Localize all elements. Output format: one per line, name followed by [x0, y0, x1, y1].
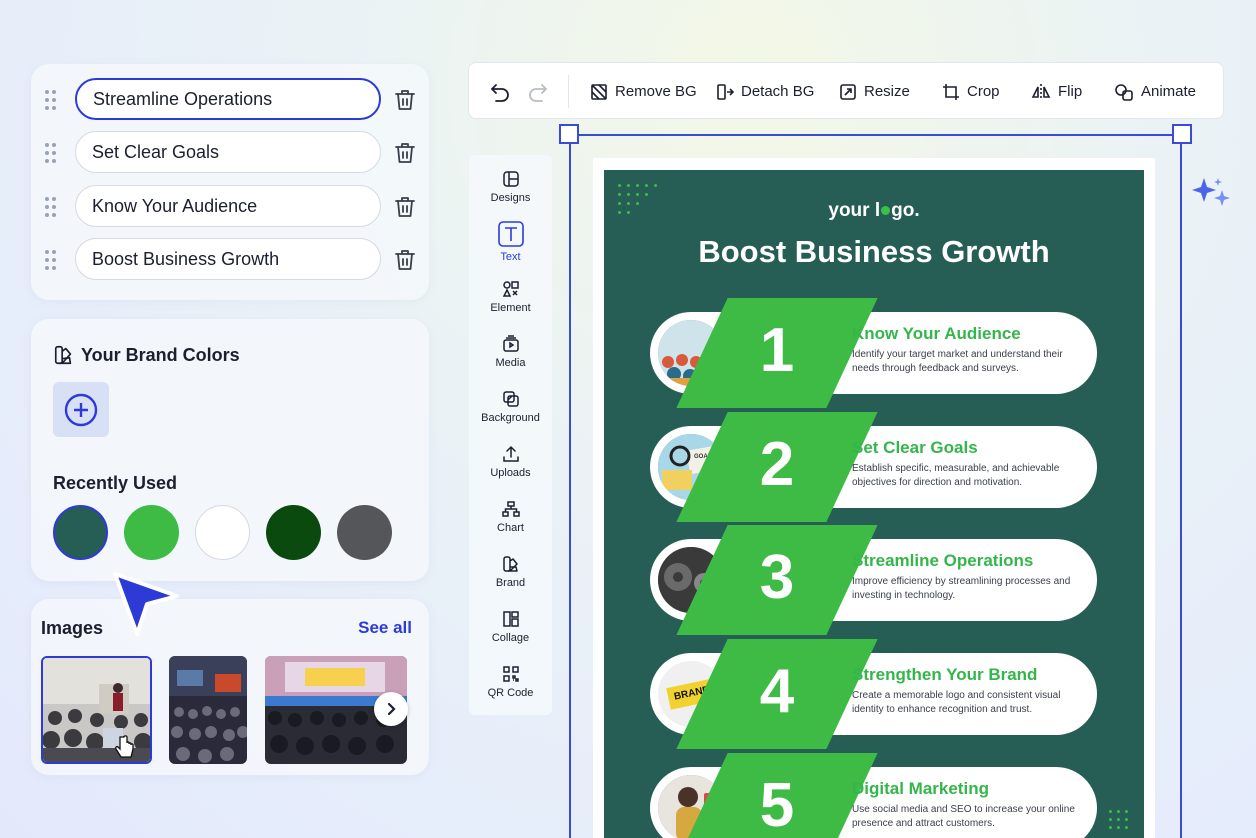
add-brand-color-button[interactable] — [53, 382, 109, 437]
hand-cursor-icon — [115, 735, 134, 758]
drag-handle-icon[interactable] — [45, 143, 59, 163]
next-images-button[interactable] — [374, 692, 408, 726]
background-icon — [502, 391, 519, 407]
list-item-input[interactable]: Streamline Operations — [75, 78, 381, 120]
text-icon — [497, 221, 524, 247]
image-thumbnail[interactable] — [169, 656, 247, 764]
list-item-input[interactable]: Know Your Audience — [75, 185, 381, 227]
images-heading: Images — [41, 618, 104, 638]
sidebar-item-label: Designs — [490, 192, 531, 204]
crop-icon — [943, 83, 959, 100]
sidebar-item-label: Brand — [495, 577, 526, 589]
remove-background-icon — [591, 83, 607, 100]
trash-icon[interactable] — [393, 141, 417, 165]
brand-colors-heading: Your Brand Colors — [53, 344, 240, 366]
trash-icon[interactable] — [393, 195, 417, 219]
resize-label: Resize — [864, 83, 910, 100]
animate-button[interactable]: Animate — [1114, 63, 1196, 120]
sidebar-item-label: QR Code — [487, 687, 534, 699]
editor-toolbar: Remove BG Detach BG Resize Crop Flip Ani… — [468, 62, 1224, 119]
sidebar-item-chart[interactable]: Chart — [469, 500, 552, 550]
drag-handle-icon[interactable] — [45, 90, 59, 110]
resize-button[interactable]: Resize — [839, 63, 910, 120]
sidebar-item-designs[interactable]: Designs — [469, 170, 552, 220]
list-item: Streamline Operations — [31, 78, 429, 122]
images-card: Images See all — [31, 599, 429, 775]
element-icon — [502, 281, 519, 297]
media-icon — [502, 335, 519, 352]
list-item: Set Clear Goals — [31, 131, 429, 175]
sparkle-icon — [1192, 178, 1230, 206]
conference-photo — [43, 658, 150, 762]
conference-photo — [169, 656, 247, 764]
detach-bg-label: Detach BG — [741, 83, 815, 100]
drag-handle-icon[interactable] — [45, 197, 59, 217]
remove-bg-button[interactable]: Remove BG — [590, 63, 697, 120]
pointer-arrow-icon — [113, 572, 179, 636]
color-swatch[interactable] — [337, 505, 392, 560]
sidebar-item-label: Text — [500, 251, 521, 263]
brand-colors-title: Your Brand Colors — [81, 344, 240, 365]
list-item-input[interactable]: Set Clear Goals — [75, 131, 381, 173]
sidebar-item-label: Chart — [497, 522, 524, 534]
resize-icon — [840, 83, 856, 100]
flip-icon — [1031, 83, 1051, 100]
editor-sidebar: Designs Text Element Media Background Up… — [469, 155, 552, 715]
color-swatch[interactable] — [195, 505, 250, 560]
flip-label: Flip — [1058, 83, 1083, 100]
selection-box — [559, 124, 1192, 838]
list-item: Know Your Audience — [31, 185, 429, 229]
sidebar-item-brand[interactable]: Brand — [469, 555, 552, 605]
sidebar-item-background[interactable]: Background — [469, 390, 552, 440]
sidebar-item-qr-code[interactable]: QR Code — [469, 665, 552, 715]
list-item: Boost Business Growth — [31, 238, 429, 282]
color-swatch-selected[interactable] — [53, 505, 108, 560]
sidebar-item-label: Media — [495, 357, 526, 369]
brand-icon — [502, 556, 518, 572]
sidebar-item-media[interactable]: Media — [469, 335, 552, 385]
trash-icon[interactable] — [393, 248, 417, 272]
redo-icon[interactable] — [527, 81, 549, 103]
drag-handle-icon[interactable] — [45, 250, 59, 270]
trash-icon[interactable] — [393, 88, 417, 112]
upload-icon — [502, 445, 519, 462]
sidebar-item-label: Collage — [491, 632, 530, 644]
animate-icon — [1115, 83, 1133, 101]
crop-label: Crop — [967, 83, 1000, 100]
sidebar-item-text[interactable]: Text — [469, 221, 552, 271]
sidebar-item-label: Uploads — [490, 467, 531, 479]
sidebar-item-element[interactable]: Element — [469, 280, 552, 330]
crop-button[interactable]: Crop — [942, 63, 1000, 120]
sidebar-item-label: Background — [481, 412, 540, 424]
collage-icon — [502, 611, 519, 627]
undo-icon[interactable] — [489, 81, 511, 103]
animate-label: Animate — [1141, 83, 1197, 100]
image-thumbnail[interactable] — [41, 656, 152, 764]
remove-bg-label: Remove BG — [615, 83, 697, 100]
resize-handle-top-right[interactable] — [1172, 124, 1192, 144]
sidebar-item-uploads[interactable]: Uploads — [469, 445, 552, 495]
sidebar-item-label: Element — [490, 302, 531, 314]
plus-circle-icon — [64, 393, 98, 426]
list-item-input[interactable]: Boost Business Growth — [75, 238, 381, 280]
detach-bg-button[interactable]: Detach BG — [716, 63, 814, 120]
chevron-right-icon — [387, 702, 396, 716]
detach-background-icon — [717, 83, 734, 100]
color-swatch[interactable] — [124, 505, 179, 560]
resize-handle-top-left[interactable] — [559, 124, 579, 144]
qr-code-icon — [502, 666, 519, 682]
flip-button[interactable]: Flip — [1031, 63, 1082, 120]
see-all-link[interactable]: See all — [358, 618, 412, 638]
recently-used-heading: Recently Used — [53, 473, 178, 493]
list-card: Streamline Operations Set Clear Goals Kn… — [31, 64, 429, 300]
sidebar-item-collage[interactable]: Collage — [469, 610, 552, 660]
designs-icon — [502, 171, 519, 187]
brand-palette-icon — [54, 345, 72, 365]
chart-icon — [501, 501, 520, 517]
brand-colors-card: Your Brand Colors Recently Used — [31, 319, 429, 581]
color-swatch[interactable] — [266, 505, 321, 560]
